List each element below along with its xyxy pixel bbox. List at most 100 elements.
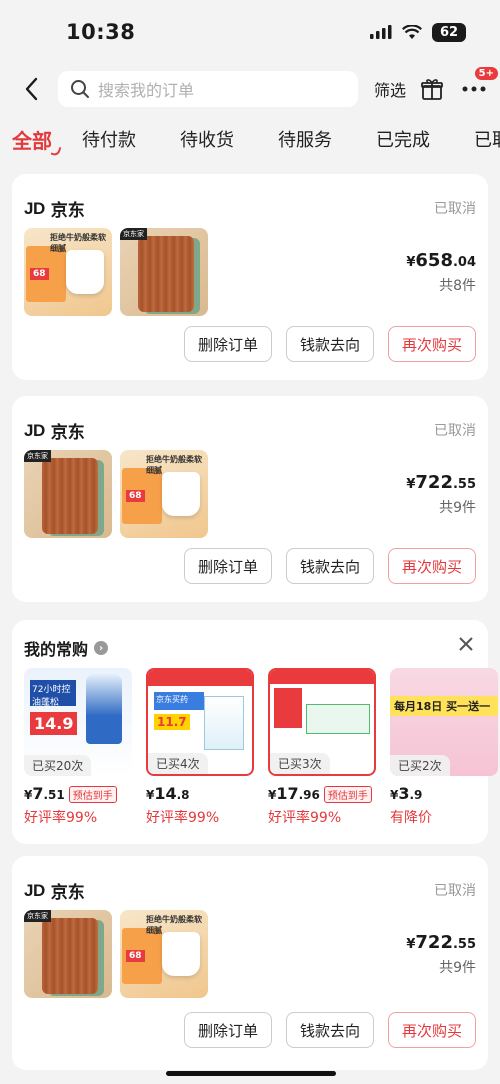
product-image: 72小时控油蓬松 14.9 已买20次: [24, 668, 132, 776]
refund-trace-button[interactable]: 钱款去向: [286, 1012, 374, 1048]
info-icon[interactable]: ›: [94, 641, 109, 655]
store-row: JD 京东: [24, 196, 85, 222]
order-card[interactable]: JD 京东 已取消 68 拒绝牛奶般柔软细腻 京东家 ¥658.04 共8件 删…: [12, 174, 488, 380]
product-shape: [42, 918, 98, 994]
battery-indicator: 62: [432, 22, 466, 42]
refund-trace-button[interactable]: 钱款去向: [286, 548, 374, 584]
price-row: ¥17.96 预估到手: [268, 784, 376, 803]
product-image: 每月18日 买一送一 已买2次: [390, 668, 498, 776]
gift-button[interactable]: [416, 73, 448, 105]
tab-all[interactable]: 全部: [12, 125, 52, 154]
product-thumb-pillow[interactable]: 68 拒绝牛奶般柔软细腻: [120, 450, 208, 538]
promo-price: 68: [126, 490, 145, 502]
frequent-item[interactable]: 72小时控油蓬松 14.9 已买20次 ¥7.51 预估到手 好评率99%: [24, 668, 132, 827]
rebuy-button[interactable]: 再次购买: [388, 548, 476, 584]
filter-button[interactable]: 筛选: [374, 77, 406, 101]
back-button[interactable]: [16, 69, 46, 109]
product-thumb-board[interactable]: 京东家: [24, 450, 112, 538]
product-thumb-pillow[interactable]: 68 拒绝牛奶般柔软细腻: [24, 228, 112, 316]
gift-icon: [421, 79, 443, 100]
status-time: 10:38: [66, 20, 136, 44]
item-price: ¥17.96: [268, 784, 320, 803]
price-row: ¥3.9: [390, 784, 498, 803]
product-thumbnails: 京东家 68 拒绝牛奶般柔软细腻: [24, 450, 208, 538]
tab-pending-service[interactable]: 待服务: [278, 126, 332, 152]
close-icon: [459, 637, 473, 651]
order-card[interactable]: JD 京东 已取消 京东家 68 拒绝牛奶般柔软细腻 ¥722.55 共9件 删…: [12, 856, 488, 1070]
notification-badge: 5+: [474, 67, 498, 80]
tab-pending-payment[interactable]: 待付款: [82, 126, 136, 152]
item-count: 共8件: [439, 278, 476, 294]
product-thumb-board[interactable]: 京东家: [120, 228, 208, 316]
refund-trace-button[interactable]: 钱款去向: [286, 326, 374, 362]
product-shape: [66, 250, 104, 294]
store-row: JD 京东: [24, 878, 85, 904]
promo-label: 72小时控油蓬松: [30, 680, 76, 708]
product-thumbnails: 68 拒绝牛奶般柔软细腻 京东家: [24, 228, 208, 316]
order-price-block: ¥722.55 共9件: [406, 932, 476, 977]
tab-cancelled[interactable]: 已取消: [474, 126, 500, 152]
price-row: ¥7.51 预估到手: [24, 784, 132, 803]
rebuy-button[interactable]: 再次购买: [388, 326, 476, 362]
search-placeholder: 搜索我的订单: [98, 81, 195, 100]
promo-headline: 拒绝牛奶般柔软细腻: [146, 455, 202, 475]
bought-count: 已买2次: [390, 755, 450, 776]
tab-pending-receipt[interactable]: 待收货: [180, 126, 234, 152]
rating-text: 好评率99%: [146, 810, 220, 826]
bought-count: 已买3次: [270, 753, 330, 774]
store-row: JD 京东: [24, 418, 85, 444]
item-count: 共9件: [439, 960, 476, 976]
product-tag: 京东家: [24, 910, 51, 922]
order-price-block: ¥658.04 共8件: [406, 250, 476, 295]
order-actions: 删除订单 钱款去向 再次购买: [184, 548, 476, 584]
product-thumb-board[interactable]: 京东家: [24, 910, 112, 998]
search-input[interactable]: 搜索我的订单: [58, 71, 358, 107]
estimated-price-tag: 预估到手: [323, 786, 372, 803]
wifi-icon: [402, 24, 422, 39]
rebuy-button[interactable]: 再次购买: [388, 1012, 476, 1048]
frequent-title-text: 我的常购: [24, 640, 89, 659]
jd-logo: JD: [24, 198, 45, 218]
frequent-item[interactable]: 京东买药 11.7 已买4次 ¥14.8 好评率99%: [146, 668, 254, 827]
product-thumbnails: 京东家 68 拒绝牛奶般柔软细腻: [24, 910, 208, 998]
order-status: 已取消: [434, 201, 476, 217]
frequent-item[interactable]: 每月18日 买一送一 已买2次 ¥3.9 有降价: [390, 668, 498, 827]
delete-order-button[interactable]: 删除订单: [184, 1012, 272, 1048]
more-dots-icon: [462, 86, 486, 92]
delete-order-button[interactable]: 删除订单: [184, 326, 272, 362]
promo-headline: 拒绝牛奶般柔软细腻: [50, 233, 106, 253]
rating-text: 有降价: [390, 810, 432, 826]
status-icons: 62: [370, 22, 466, 42]
order-actions: 删除订单 钱款去向 再次购买: [184, 1012, 476, 1048]
store-name: 京东: [50, 201, 85, 221]
frequent-items: 72小时控油蓬松 14.9 已买20次 ¥7.51 预估到手 好评率99% 京东…: [24, 668, 498, 827]
nav-bar: 搜索我的订单 筛选 5+: [0, 64, 500, 114]
bought-count: 已买20次: [24, 755, 92, 776]
promo-label: [274, 688, 302, 728]
promo-price: 68: [30, 268, 49, 280]
order-card[interactable]: JD 京东 已取消 京东家 68 拒绝牛奶般柔软细腻 ¥722.55 共9件 删…: [12, 396, 488, 602]
frequent-purchases-card: 我的常购 › 72小时控油蓬松 14.9 已买20次 ¥7.51 预估到手 好评…: [12, 620, 498, 844]
close-button[interactable]: [456, 634, 476, 654]
product-image: 京东买药 11.7 已买4次: [146, 668, 254, 776]
promo-label: 京东买药: [154, 692, 204, 710]
order-tabs: 全部 待付款 待收货 待服务 已完成 已取消: [0, 114, 500, 164]
frequent-title: 我的常购 ›: [24, 636, 109, 660]
product-shape: [138, 236, 194, 312]
product-thumb-pillow[interactable]: 68 拒绝牛奶般柔软细腻: [120, 910, 208, 998]
order-price: ¥722.55: [406, 932, 476, 953]
status-bar: 10:38 62: [0, 0, 500, 64]
delete-order-button[interactable]: 删除订单: [184, 548, 272, 584]
tab-completed[interactable]: 已完成: [376, 126, 430, 152]
order-price: ¥722.55: [406, 472, 476, 493]
product-image: 已买3次: [268, 668, 376, 776]
promo-price: 68: [126, 950, 145, 962]
more-button[interactable]: 5+: [458, 67, 498, 105]
order-price-block: ¥722.55 共9件: [406, 472, 476, 517]
chevron-left-icon: [25, 77, 38, 101]
frequent-item[interactable]: 已买3次 ¥17.96 预估到手 好评率99%: [268, 668, 376, 827]
order-actions: 删除订单 钱款去向 再次购买: [184, 326, 476, 362]
item-price: ¥3.9: [390, 784, 423, 803]
item-price: ¥14.8: [146, 784, 190, 803]
item-price: ¥7.51: [24, 784, 65, 803]
